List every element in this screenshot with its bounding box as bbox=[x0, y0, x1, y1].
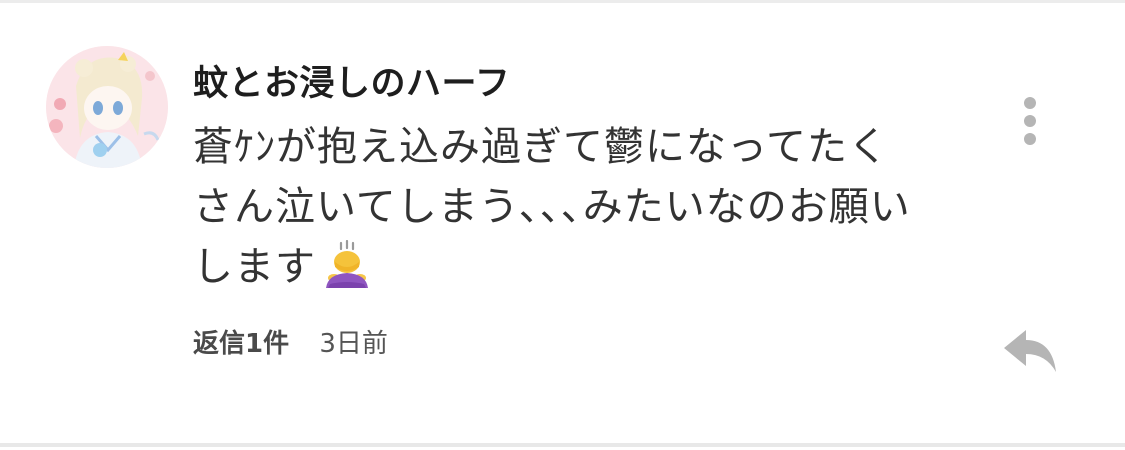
more-options-button[interactable] bbox=[1010, 93, 1050, 153]
avatar[interactable] bbox=[46, 46, 168, 168]
comment-text-line-2: さん泣いてしまう､､､みたいなのお願い bbox=[193, 184, 911, 230]
comment-text-line-3: します bbox=[193, 237, 933, 297]
more-vertical-icon bbox=[1024, 97, 1036, 145]
reply-count-link[interactable]: 返信1件 bbox=[193, 329, 289, 359]
top-divider bbox=[0, 0, 1125, 3]
comment-text-line-3-text: します bbox=[193, 244, 316, 290]
comment-footer: 返信1件 3日前 bbox=[193, 326, 388, 362]
avatar-illustration bbox=[46, 46, 168, 168]
person-bowing-icon bbox=[320, 239, 374, 290]
comment-text-line-1: 蒼ｹﾝが抱え込み過ぎて鬱になってたく bbox=[193, 124, 889, 170]
reply-arrow-icon bbox=[1004, 330, 1056, 372]
bottom-divider bbox=[0, 443, 1125, 447]
comment-timestamp: 3日前 bbox=[319, 329, 388, 359]
comment-text: 蒼ｹﾝが抱え込み過ぎて鬱になってたく さん泣いてしまう､､､みたいなのお願い し… bbox=[193, 117, 933, 297]
reply-button[interactable] bbox=[1000, 326, 1060, 376]
comment-author[interactable]: 蚊とお浸しのハーフ bbox=[193, 55, 510, 106]
